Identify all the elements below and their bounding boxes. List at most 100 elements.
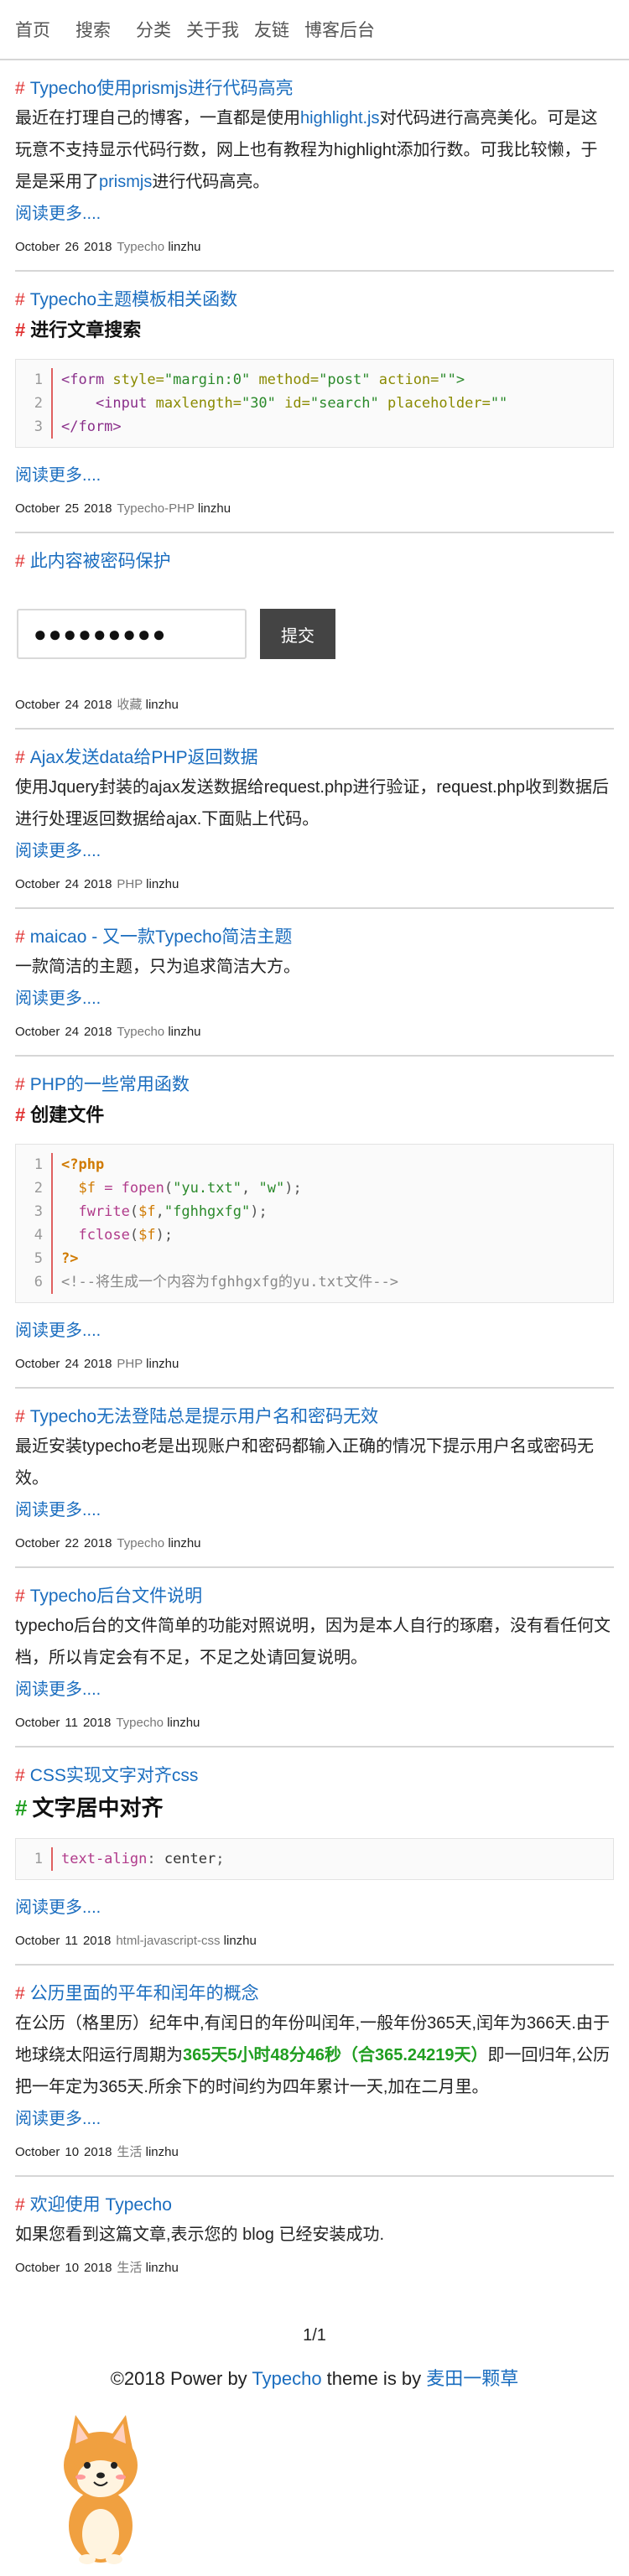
meta-day: 24	[65, 877, 80, 891]
hash-icon: #	[15, 79, 25, 98]
post-title-link[interactable]: maicao - 又一款Typecho简洁主题	[30, 927, 293, 947]
meta-author: linzhu	[168, 1536, 201, 1550]
meta-day: 26	[65, 240, 80, 254]
post-title-link[interactable]: CSS实现文字对齐css	[30, 1766, 199, 1785]
meta-month: October	[15, 501, 60, 516]
code-line: 2 <input maxlength="30" id="search" plac…	[16, 392, 613, 415]
hash-icon: #	[15, 1104, 26, 1125]
post-title-link[interactable]: 欢迎使用 Typecho	[30, 2195, 172, 2215]
submit-button[interactable]: 提交	[260, 609, 335, 659]
meta-author: linzhu	[168, 1025, 201, 1039]
meta-category-link[interactable]: Typecho	[116, 1716, 164, 1730]
line-number: 3	[16, 1200, 53, 1223]
subheading-text: 进行文章搜索	[30, 319, 142, 340]
read-more-link[interactable]: 阅读更多....	[15, 1315, 614, 1347]
post-title-link[interactable]: 此内容被密码保护	[30, 552, 171, 571]
meta-author: linzhu	[146, 877, 179, 891]
meta-month: October	[15, 1025, 60, 1039]
post: # CSS实现文字对齐css # 文字居中对齐 1 text-align: cente…	[15, 1748, 614, 1966]
meta-category-link[interactable]: Typecho	[117, 1536, 164, 1550]
meta-author: linzhu	[197, 501, 231, 516]
meta-month: October	[15, 1934, 60, 1948]
meta-day: 10	[65, 2145, 80, 2159]
meta-year: 2018	[84, 240, 112, 254]
post: # Typecho无法登陆总是提示用户名和密码无效 最近安装typecho老是出现…	[15, 1389, 614, 1568]
line-number: 1	[16, 1847, 53, 1871]
post-subheading: # 创建文件	[15, 1098, 614, 1132]
meta-category-link[interactable]: Typecho	[117, 240, 164, 254]
post-meta: October 26 2018 Typecho linzhu	[15, 238, 614, 257]
post-title-link[interactable]: Typecho使用prismjs进行代码高亮	[30, 79, 294, 98]
password-input[interactable]: ●●●●●●●●●	[17, 609, 247, 659]
code-line: 1 <?php	[16, 1153, 613, 1176]
meta-year: 2018	[82, 1934, 112, 1948]
post-title: # Ajax发送data给PHP返回数据	[15, 740, 614, 771]
highlightjs-link[interactable]: highlight.js	[300, 109, 380, 127]
post-title-link[interactable]: 公历里面的平年和闰年的概念	[30, 1984, 259, 2003]
read-more-link[interactable]: 阅读更多....	[15, 983, 614, 1015]
post-meta: October 24 2018 PHP linzhu	[15, 875, 614, 894]
code-text: <input maxlength="30" id="search" placeh…	[61, 395, 508, 412]
meta-category-link[interactable]: PHP	[117, 877, 143, 891]
shiba-mascot-icon[interactable]	[50, 2400, 151, 2568]
top-nav: 首页 搜索 分类 关于我 友链 博客后台	[0, 0, 629, 60]
meta-year: 2018	[84, 1025, 112, 1039]
post-meta: October 24 2018 收藏 linzhu	[15, 696, 614, 714]
nav-categories[interactable]: 分类	[136, 17, 171, 42]
post: # 此内容被密码保护 ●●●●●●●●● 提交 October 24 2018 收藏 l…	[15, 533, 614, 730]
post-title-link[interactable]: PHP的一些常用函数	[30, 1075, 190, 1094]
prismjs-link[interactable]: prismjs	[99, 173, 152, 191]
nav-home[interactable]: 首页	[15, 17, 50, 42]
theme-author-link[interactable]: 麦田一颗草	[426, 2368, 518, 2389]
nav-admin[interactable]: 博客后台	[304, 17, 375, 42]
post-meta: October 24 2018 PHP linzhu	[15, 1355, 614, 1374]
meta-day: 10	[65, 2261, 80, 2275]
read-more-link[interactable]: 阅读更多....	[15, 1892, 614, 1924]
meta-category-link[interactable]: 生活	[117, 2261, 142, 2275]
post-excerpt: 在公历（格里历）纪年中,有闰日的年份叫闰年,一般年份365天,闰年为366天.由…	[15, 2007, 614, 2103]
read-more-link[interactable]: 阅读更多....	[15, 2103, 614, 2135]
post-title: # 公历里面的平年和闰年的概念	[15, 1976, 614, 2007]
line-number: 2	[16, 1176, 53, 1200]
meta-year: 2018	[84, 698, 112, 712]
meta-author: linzhu	[168, 240, 201, 254]
nav-search[interactable]: 搜索	[75, 17, 111, 42]
read-more-link[interactable]: 阅读更多....	[15, 835, 614, 867]
typecho-link[interactable]: Typecho	[252, 2368, 321, 2389]
subheading-text: 创建文件	[30, 1104, 105, 1125]
post-title-link[interactable]: Ajax发送data给PHP返回数据	[30, 748, 258, 767]
read-more-link[interactable]: 阅读更多....	[15, 198, 614, 230]
read-more-link[interactable]: 阅读更多....	[15, 1674, 614, 1706]
post-meta: October 10 2018 生活 linzhu	[15, 2259, 614, 2277]
nav-links[interactable]: 友链	[254, 17, 289, 42]
meta-category-link[interactable]: 收藏	[117, 698, 142, 712]
post: # 欢迎使用 Typecho 如果您看到这篇文章,表示您的 blog 已经安装成功…	[15, 2177, 614, 2291]
meta-category-link[interactable]: Typecho-PHP	[117, 501, 194, 516]
post-meta: October 24 2018 Typecho linzhu	[15, 1023, 614, 1041]
code-block: 1 <form style="margin:0" method="post" ac…	[15, 359, 614, 448]
read-more-link[interactable]: 阅读更多....	[15, 1494, 614, 1526]
hash-icon: #	[15, 290, 25, 309]
hash-icon: #	[15, 1795, 28, 1820]
hash-icon: #	[15, 2195, 25, 2215]
read-more-link[interactable]: 阅读更多....	[15, 460, 614, 491]
nav-about[interactable]: 关于我	[186, 17, 239, 42]
meta-day: 11	[65, 1716, 78, 1730]
hash-icon: #	[15, 1407, 25, 1426]
post-title-link[interactable]: Typecho主题模板相关函数	[30, 290, 237, 309]
meta-category-link[interactable]: PHP	[117, 1357, 143, 1371]
meta-month: October	[15, 2145, 60, 2159]
post-meta: October 25 2018 Typecho-PHP linzhu	[15, 500, 614, 518]
meta-category-link[interactable]: 生活	[117, 2145, 142, 2159]
meta-category-link[interactable]: Typecho	[117, 1025, 164, 1039]
meta-category-link[interactable]: html-javascript-css	[116, 1934, 220, 1948]
meta-day: 11	[65, 1934, 78, 1948]
code-line: 4 fclose($f);	[16, 1223, 613, 1247]
code-text: text-align: center;	[61, 1851, 225, 1867]
post-title-link[interactable]: Typecho无法登陆总是提示用户名和密码无效	[30, 1407, 378, 1426]
meta-day: 24	[65, 1357, 80, 1371]
line-number: 1	[16, 1153, 53, 1176]
code-text: <!--将生成一个内容为fghhgxfg的yu.txt文件-->	[61, 1274, 398, 1291]
meta-month: October	[15, 1536, 60, 1550]
post-title-link[interactable]: Typecho后台文件说明	[30, 1587, 202, 1606]
